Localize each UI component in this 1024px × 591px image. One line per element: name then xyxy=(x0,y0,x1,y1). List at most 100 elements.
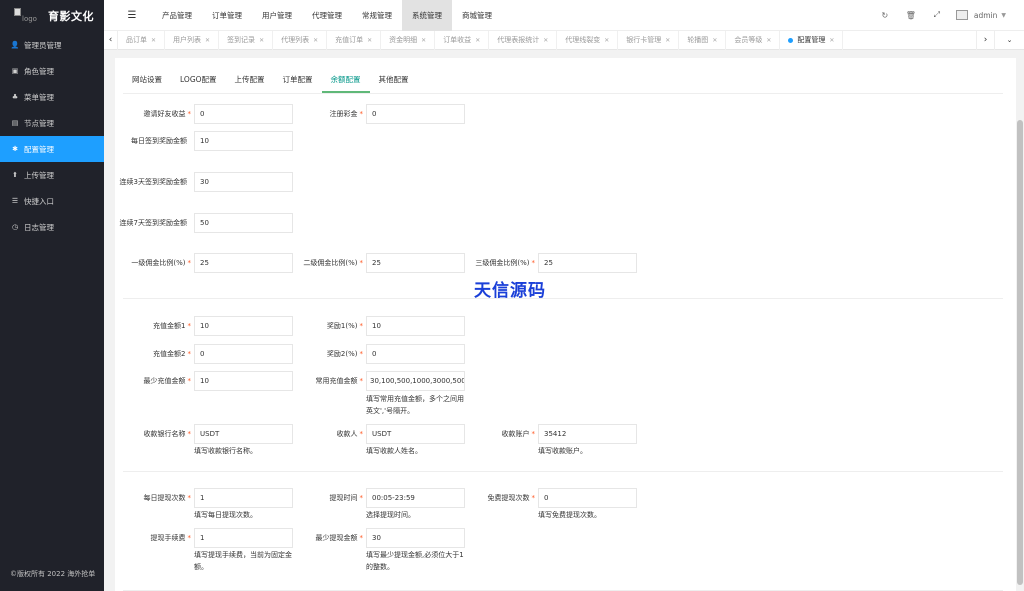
chevron-right-icon[interactable]: › xyxy=(976,30,994,50)
daily-withdraw-input[interactable]: 1 xyxy=(194,488,293,508)
tab-website[interactable]: 网站设置 xyxy=(123,73,171,93)
tab-balance[interactable]: 余额配置 xyxy=(321,73,370,93)
sidebar-item-label: 节点管理 xyxy=(24,118,54,128)
label-text: 免费提现次数 xyxy=(487,494,530,502)
fullscreen-icon[interactable]: ⤢ xyxy=(924,10,950,20)
sidebar-item-upload[interactable]: ⬆ 上传管理 xyxy=(0,162,104,188)
close-icon[interactable]: ✕ xyxy=(766,37,771,44)
scrollbar[interactable] xyxy=(1016,58,1024,591)
avatar[interactable] xyxy=(955,10,968,20)
tab-item[interactable]: 代理线裂变 ✕ xyxy=(557,30,619,50)
tab-item[interactable]: 用户列表 ✕ xyxy=(165,30,220,50)
close-icon[interactable]: ✕ xyxy=(543,37,548,44)
tab-item[interactable]: 轮播图 ✕ xyxy=(679,30,727,50)
tab-item[interactable]: 充值订单 ✕ xyxy=(327,30,382,50)
nav-product[interactable]: 产品管理 xyxy=(152,0,202,31)
tab-item[interactable]: 会员等级 ✕ xyxy=(726,30,781,50)
user-name[interactable]: admin xyxy=(974,11,998,20)
nav-system[interactable]: 系统管理 xyxy=(402,0,452,31)
daily-sign-input[interactable]: 10 xyxy=(194,131,293,151)
register-bonus-input[interactable]: 0 xyxy=(366,104,465,124)
tab-label: 代理表报统计 xyxy=(497,36,540,44)
min-recharge-input[interactable]: 10 xyxy=(194,371,293,391)
sidebar-item-config[interactable]: ✱ 配置管理 xyxy=(0,136,104,162)
tab-item[interactable]: 签到记录 ✕ xyxy=(219,30,274,50)
min-withdraw-input[interactable]: 30 xyxy=(366,528,465,548)
tab-item[interactable]: 代理列表 ✕ xyxy=(273,30,328,50)
tab-label: 轮播图 xyxy=(687,36,709,44)
nav-user[interactable]: 用户管理 xyxy=(252,0,302,31)
sidebar-item-label: 角色管理 xyxy=(24,66,54,76)
bank-name-input[interactable]: USDT xyxy=(194,424,293,444)
tab-order[interactable]: 订单配置 xyxy=(274,73,322,93)
close-icon[interactable]: ✕ xyxy=(475,37,480,44)
recharge1-input[interactable]: 10 xyxy=(194,316,293,336)
tab-item[interactable]: 银行卡管理 ✕ xyxy=(618,30,680,50)
close-icon[interactable]: ✕ xyxy=(665,37,670,44)
scrollbar-thumb[interactable] xyxy=(1017,120,1023,585)
tab-item[interactable]: 品订单 ✕ xyxy=(118,30,166,50)
sidebar-item-admin[interactable]: 👤 管理员管理 xyxy=(0,32,104,58)
payee-input[interactable]: USDT xyxy=(366,424,465,444)
tab-upload[interactable]: 上传配置 xyxy=(226,73,274,93)
close-icon[interactable]: ✕ xyxy=(205,37,210,44)
tab-logo[interactable]: LOGO配置 xyxy=(171,73,226,93)
nav-general[interactable]: 常规管理 xyxy=(352,0,402,31)
tab-other[interactable]: 其他配置 xyxy=(370,73,418,93)
sidebar-item-role[interactable]: ▣ 角色管理 xyxy=(0,58,104,84)
menu-toggle-icon[interactable]: ☰ xyxy=(120,10,144,21)
commission1-input[interactable]: 25 xyxy=(194,253,293,273)
sidebar-item-menu[interactable]: ♣ 菜单管理 xyxy=(0,84,104,110)
sidebar-item-log[interactable]: ◷ 日志管理 xyxy=(0,214,104,240)
required-mark: * xyxy=(187,259,192,267)
withdraw-time-input[interactable]: 00:05-23:59 xyxy=(366,488,465,508)
sidebar-item-label: 菜单管理 xyxy=(24,92,54,102)
tab-item[interactable]: 资金明细 ✕ xyxy=(381,30,436,50)
chevron-left-icon[interactable]: ‹ xyxy=(104,30,118,50)
tab-config[interactable]: 配置管理 ✕ xyxy=(780,30,844,50)
label-text: 一级佣金比例(%) xyxy=(131,259,186,267)
reward1-input[interactable]: 10 xyxy=(366,316,465,336)
tab-item[interactable]: 订单收益 ✕ xyxy=(435,30,490,50)
commission2-input[interactable]: 25 xyxy=(366,253,465,273)
tab-item[interactable]: 代理表报统计 ✕ xyxy=(489,30,558,50)
sign7-label: 连续7天签到奖励金额 xyxy=(119,219,187,227)
sign7-input[interactable]: 50 xyxy=(194,213,293,233)
nav-mall[interactable]: 商城管理 xyxy=(452,0,502,31)
required-mark: * xyxy=(359,259,364,267)
close-icon[interactable]: ✕ xyxy=(604,37,609,44)
free-withdraw-help: 填写免费提现次数。 xyxy=(538,511,601,519)
close-icon[interactable]: ✕ xyxy=(259,37,264,44)
close-icon[interactable]: ✕ xyxy=(313,37,318,44)
close-icon[interactable]: ✕ xyxy=(829,37,834,44)
label-text: 收款银行名称 xyxy=(143,430,186,438)
trash-icon[interactable]: 🗑 xyxy=(898,11,924,20)
common-recharge-input[interactable]: 30,100,500,1000,3000,5000 xyxy=(366,371,465,391)
close-icon[interactable]: ✕ xyxy=(151,37,156,44)
sidebar-item-node[interactable]: ▤ 节点管理 xyxy=(0,110,104,136)
top-header: ☰ 产品管理 订单管理 用户管理 代理管理 常规管理 系统管理 商城管理 ↻ 🗑… xyxy=(104,0,1024,31)
required-mark: * xyxy=(531,430,536,438)
tab-options-chevron-icon[interactable]: ⌄ xyxy=(994,30,1024,50)
tab-label: 用户列表 xyxy=(173,36,202,44)
label-text: 提现时间 xyxy=(329,494,358,502)
chevron-down-icon[interactable]: ▼ xyxy=(1001,12,1006,19)
close-icon[interactable]: ✕ xyxy=(367,37,372,44)
reward2-input[interactable]: 0 xyxy=(366,344,465,364)
nav-order[interactable]: 订单管理 xyxy=(202,0,252,31)
close-icon[interactable]: ✕ xyxy=(421,37,426,44)
refresh-icon[interactable]: ↻ xyxy=(872,11,898,20)
logo-alt-text: logo xyxy=(22,14,37,23)
invite-reward-input[interactable]: 0 xyxy=(194,104,293,124)
sidebar-item-shortcut[interactable]: ☰ 快捷入口 xyxy=(0,188,104,214)
sign3-input[interactable]: 30 xyxy=(194,172,293,192)
sidebar-item-label: 日志管理 xyxy=(24,222,54,232)
recharge2-input[interactable]: 0 xyxy=(194,344,293,364)
commission3-input[interactable]: 25 xyxy=(538,253,637,273)
free-withdraw-input[interactable]: 0 xyxy=(538,488,637,508)
account-input[interactable]: 35412 xyxy=(538,424,637,444)
close-icon[interactable]: ✕ xyxy=(712,37,717,44)
label-text: 常用充值金额 xyxy=(315,377,358,385)
withdraw-fee-input[interactable]: 1 xyxy=(194,528,293,548)
nav-agent[interactable]: 代理管理 xyxy=(302,0,352,31)
